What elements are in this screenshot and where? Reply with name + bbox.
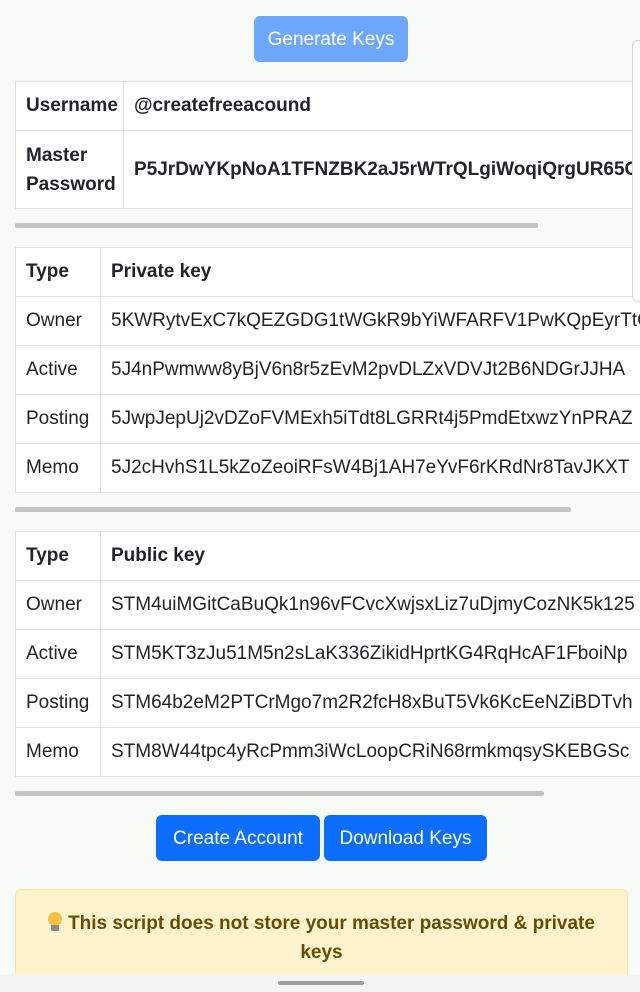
- master-password-label: Master Password: [15, 130, 124, 209]
- key-type: Owner: [15, 296, 101, 346]
- key-value: 5J2cHvhS1L5kZoZeoiRFsW4Bj1AH7eYvF6rKRdNr…: [100, 443, 640, 493]
- table-row: Owner 5KWRytvExC7kQEZGDG1tWGkR9bYiWFARFV…: [15, 296, 640, 346]
- home-handle[interactable]: [278, 981, 364, 985]
- public-keys-header: Type Public key: [15, 531, 640, 581]
- username-label: Username: [15, 81, 124, 131]
- account-table: Username @createfreeacound Master Passwo…: [15, 81, 640, 209]
- key-type: Memo: [15, 727, 101, 777]
- key-type: Memo: [15, 443, 101, 493]
- table-row: Posting STM64b2eM2PTCrMgo7m2R2fcH8xBuT5V…: [15, 678, 640, 728]
- key-value: 5JwpJepUj2vDZoFVMExh5iTdt8LGRRt4j5PmdEtx…: [100, 394, 640, 444]
- key-type: Owner: [15, 580, 101, 630]
- table-row: Active 5J4nPwmww8yBjV6n8r5zEvM2pvDLZxVDV…: [15, 345, 640, 395]
- table-row: Posting 5JwpJepUj2vDZoFVMExh5iTdt8LGRRt4…: [15, 394, 640, 444]
- lightbulb-icon: [48, 912, 63, 932]
- type-header: Type: [15, 531, 101, 581]
- table-row: Owner STM4uiMGitCaBuQk1n96vFCvcXwjsxLiz7…: [15, 580, 640, 630]
- table-row: Active STM5KT3zJu51M5n2sLaK336ZikidHprtK…: [15, 629, 640, 679]
- key-type: Active: [15, 629, 101, 679]
- username-row: Username @createfreeacound: [15, 81, 640, 131]
- master-password-row: Master Password P5JrDwYKpNoA1TFNZBK2aJ5r…: [15, 130, 640, 209]
- private-keys-scrollbar[interactable]: [15, 507, 571, 512]
- public-keys-scrollbar[interactable]: [15, 791, 544, 796]
- account-table-scrollbar[interactable]: [15, 223, 538, 228]
- download-keys-button[interactable]: Download Keys: [324, 815, 487, 861]
- public-keys-table: Type Public key Owner STM4uiMGitCaBuQk1n…: [15, 531, 640, 777]
- private-keys-table: Type Private key Owner 5KWRytvExC7kQEZGD…: [15, 247, 640, 493]
- key-value: 5KWRytvExC7kQEZGDG1tWGkR9bYiWFARFV1PwKQp…: [100, 296, 640, 346]
- type-header: Type: [15, 247, 101, 297]
- system-navigation-bar: [0, 975, 640, 992]
- key-type: Posting: [15, 394, 101, 444]
- page-scrollbar[interactable]: [632, 40, 640, 302]
- notice-text: This script does not store your master p…: [68, 913, 595, 963]
- key-value: STM5KT3zJu51M5n2sLaK336ZikidHprtKG4RqHcA…: [100, 629, 640, 679]
- create-account-button[interactable]: Create Account: [156, 815, 320, 861]
- generate-keys-button[interactable]: Generate Keys: [254, 16, 408, 62]
- public-key-header: Public key: [100, 531, 640, 581]
- page: Generate Keys Username @createfreeacound…: [0, 0, 640, 992]
- key-type: Active: [15, 345, 101, 395]
- table-row: Memo 5J2cHvhS1L5kZoZeoiRFsW4Bj1AH7eYvF6r…: [15, 443, 640, 493]
- master-password-value: P5JrDwYKpNoA1TFNZBK2aJ5rWTrQLgiWoqiQrgUR…: [123, 130, 640, 209]
- private-key-header: Private key: [100, 247, 640, 297]
- private-keys-header: Type Private key: [15, 247, 640, 297]
- key-value: STM8W44tpc4yRcPmm3iWcLoopCRiN68rmkmqsySK…: [100, 727, 640, 777]
- key-type: Posting: [15, 678, 101, 728]
- username-value: @createfreeacound: [123, 81, 640, 131]
- key-value: STM4uiMGitCaBuQk1n96vFCvcXwjsxLiz7uDjmyC…: [100, 580, 640, 630]
- key-value: STM64b2eM2PTCrMgo7m2R2fcH8xBuT5Vk6KcEeNZ…: [100, 678, 640, 728]
- table-row: Memo STM8W44tpc4yRcPmm3iWcLoopCRiN68rmkm…: [15, 727, 640, 777]
- key-value: 5J4nPwmww8yBjV6n8r5zEvM2pvDLZxVDVJt2B6ND…: [100, 345, 640, 395]
